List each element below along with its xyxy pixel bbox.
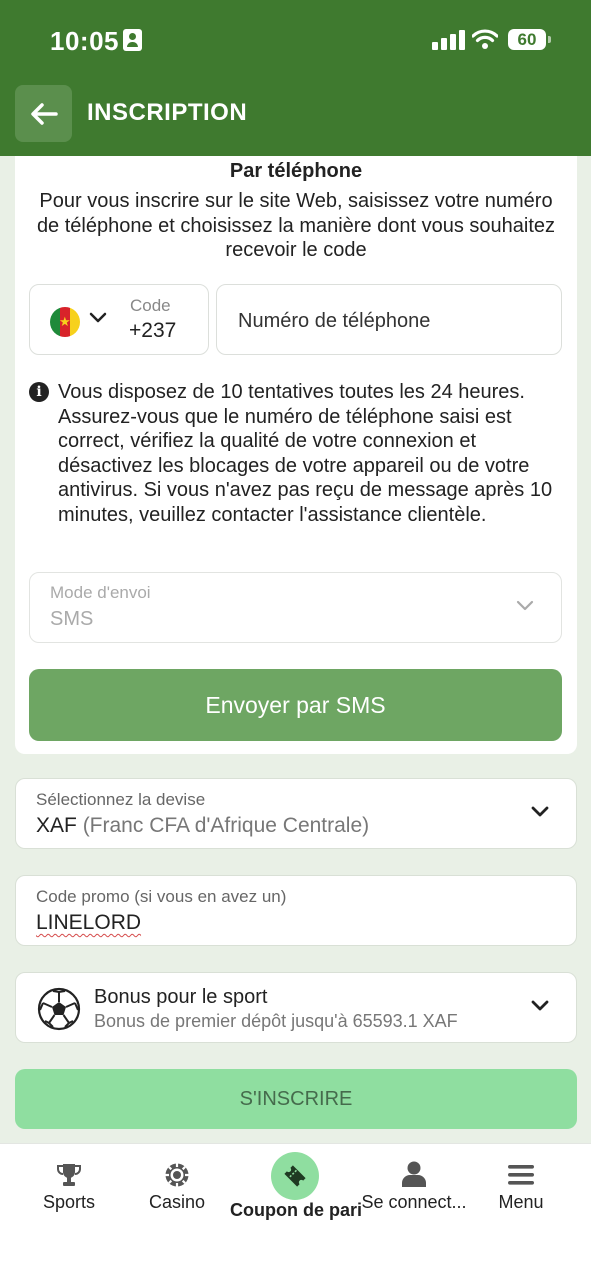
bonus-title: Bonus pour le sport bbox=[94, 986, 268, 1008]
currency-label: Sélectionnez la devise bbox=[36, 790, 206, 809]
currency-name: (Franc CFA d'Afrique Centrale) bbox=[82, 814, 370, 837]
status-time: 10:05 bbox=[50, 26, 119, 56]
battery-icon: 60 bbox=[508, 29, 551, 50]
currency-code: XAF bbox=[36, 814, 77, 837]
casino-chip-icon bbox=[165, 1163, 189, 1187]
nav-sports-label: Sports bbox=[42, 1192, 96, 1212]
bonus-select[interactable]: Bonus pour le sport Bonus de premier dép… bbox=[15, 972, 577, 1043]
info-text: Vous disposez de 10 tentatives toutes le… bbox=[58, 381, 553, 526]
currency-value: XAF (Franc CFA d'Afrique Centrale) bbox=[36, 814, 369, 838]
register-button[interactable]: S'INSCRIRE bbox=[15, 1069, 577, 1129]
page-title: INSCRIPTION bbox=[87, 99, 248, 126]
ticket-icon bbox=[284, 1165, 306, 1187]
phone-registration-card: Par téléphone Pour vous inscrire sur le … bbox=[15, 156, 577, 754]
section-title: Par téléphone bbox=[229, 160, 363, 182]
bonus-subtitle: Bonus de premier dépôt jusqu'à 65593.1 X… bbox=[94, 1011, 458, 1031]
info-icon: i bbox=[29, 382, 49, 402]
status-bar: 10:05 60 bbox=[0, 0, 591, 80]
menu-icon bbox=[508, 1165, 534, 1185]
promo-label: Code promo (si vous en avez un) bbox=[36, 887, 287, 906]
phone-placeholder: Numéro de téléphone bbox=[238, 310, 431, 332]
send-sms-button[interactable]: Envoyer par SMS bbox=[29, 669, 562, 741]
code-value: +237 bbox=[129, 319, 177, 342]
trophy-icon bbox=[57, 1164, 81, 1186]
bottom-nav: Sports Casino Coupon de pari Se connect.… bbox=[0, 1143, 591, 1280]
user-icon bbox=[402, 1161, 426, 1187]
wifi-icon bbox=[472, 29, 498, 49]
promo-value: LINELORD bbox=[36, 911, 142, 934]
currency-select[interactable]: Sélectionnez la devise XAF (Franc CFA d'… bbox=[15, 778, 577, 849]
chevron-down-icon bbox=[531, 1000, 549, 1011]
send-mode-label: Mode d'envoi bbox=[50, 583, 151, 602]
nav-login-label: Se connect... bbox=[361, 1192, 467, 1212]
intro-text: Pour vous inscrire sur le site Web, sais… bbox=[36, 190, 556, 261]
chevron-down-icon bbox=[516, 600, 534, 611]
send-mode-select[interactable]: Mode d'envoi SMS bbox=[29, 572, 562, 643]
signal-icon bbox=[432, 30, 465, 50]
soccer-ball-icon bbox=[37, 987, 81, 1031]
back-arrow-icon bbox=[30, 102, 58, 125]
nav-menu[interactable]: Menu bbox=[476, 1144, 566, 1224]
coupon-circle bbox=[271, 1152, 319, 1200]
nav-coupon-label: Coupon de pari bbox=[230, 1200, 362, 1220]
country-code-select[interactable]: ★ Code +237 bbox=[29, 284, 209, 355]
promo-code-input[interactable]: Code promo (si vous en avez un) LINELORD bbox=[15, 875, 577, 946]
send-mode-value: SMS bbox=[50, 608, 94, 630]
nav-casino-label: Casino bbox=[148, 1192, 206, 1212]
nav-coupon[interactable]: Coupon de pari bbox=[230, 1144, 362, 1230]
chevron-down-icon bbox=[89, 312, 107, 323]
app-header: INSCRIPTION bbox=[0, 80, 591, 156]
phone-number-input[interactable]: Numéro de téléphone bbox=[216, 284, 562, 355]
nav-login[interactable]: Se connect... bbox=[358, 1144, 470, 1224]
nav-sports[interactable]: Sports bbox=[24, 1144, 114, 1224]
nav-casino[interactable]: Casino bbox=[132, 1144, 222, 1224]
back-button[interactable] bbox=[15, 85, 72, 142]
nav-menu-label: Menu bbox=[498, 1192, 544, 1212]
code-label: Code bbox=[130, 296, 171, 315]
cameroon-flag-icon: ★ bbox=[50, 307, 80, 337]
person-id-icon bbox=[123, 29, 142, 51]
chevron-down-icon bbox=[531, 806, 549, 817]
